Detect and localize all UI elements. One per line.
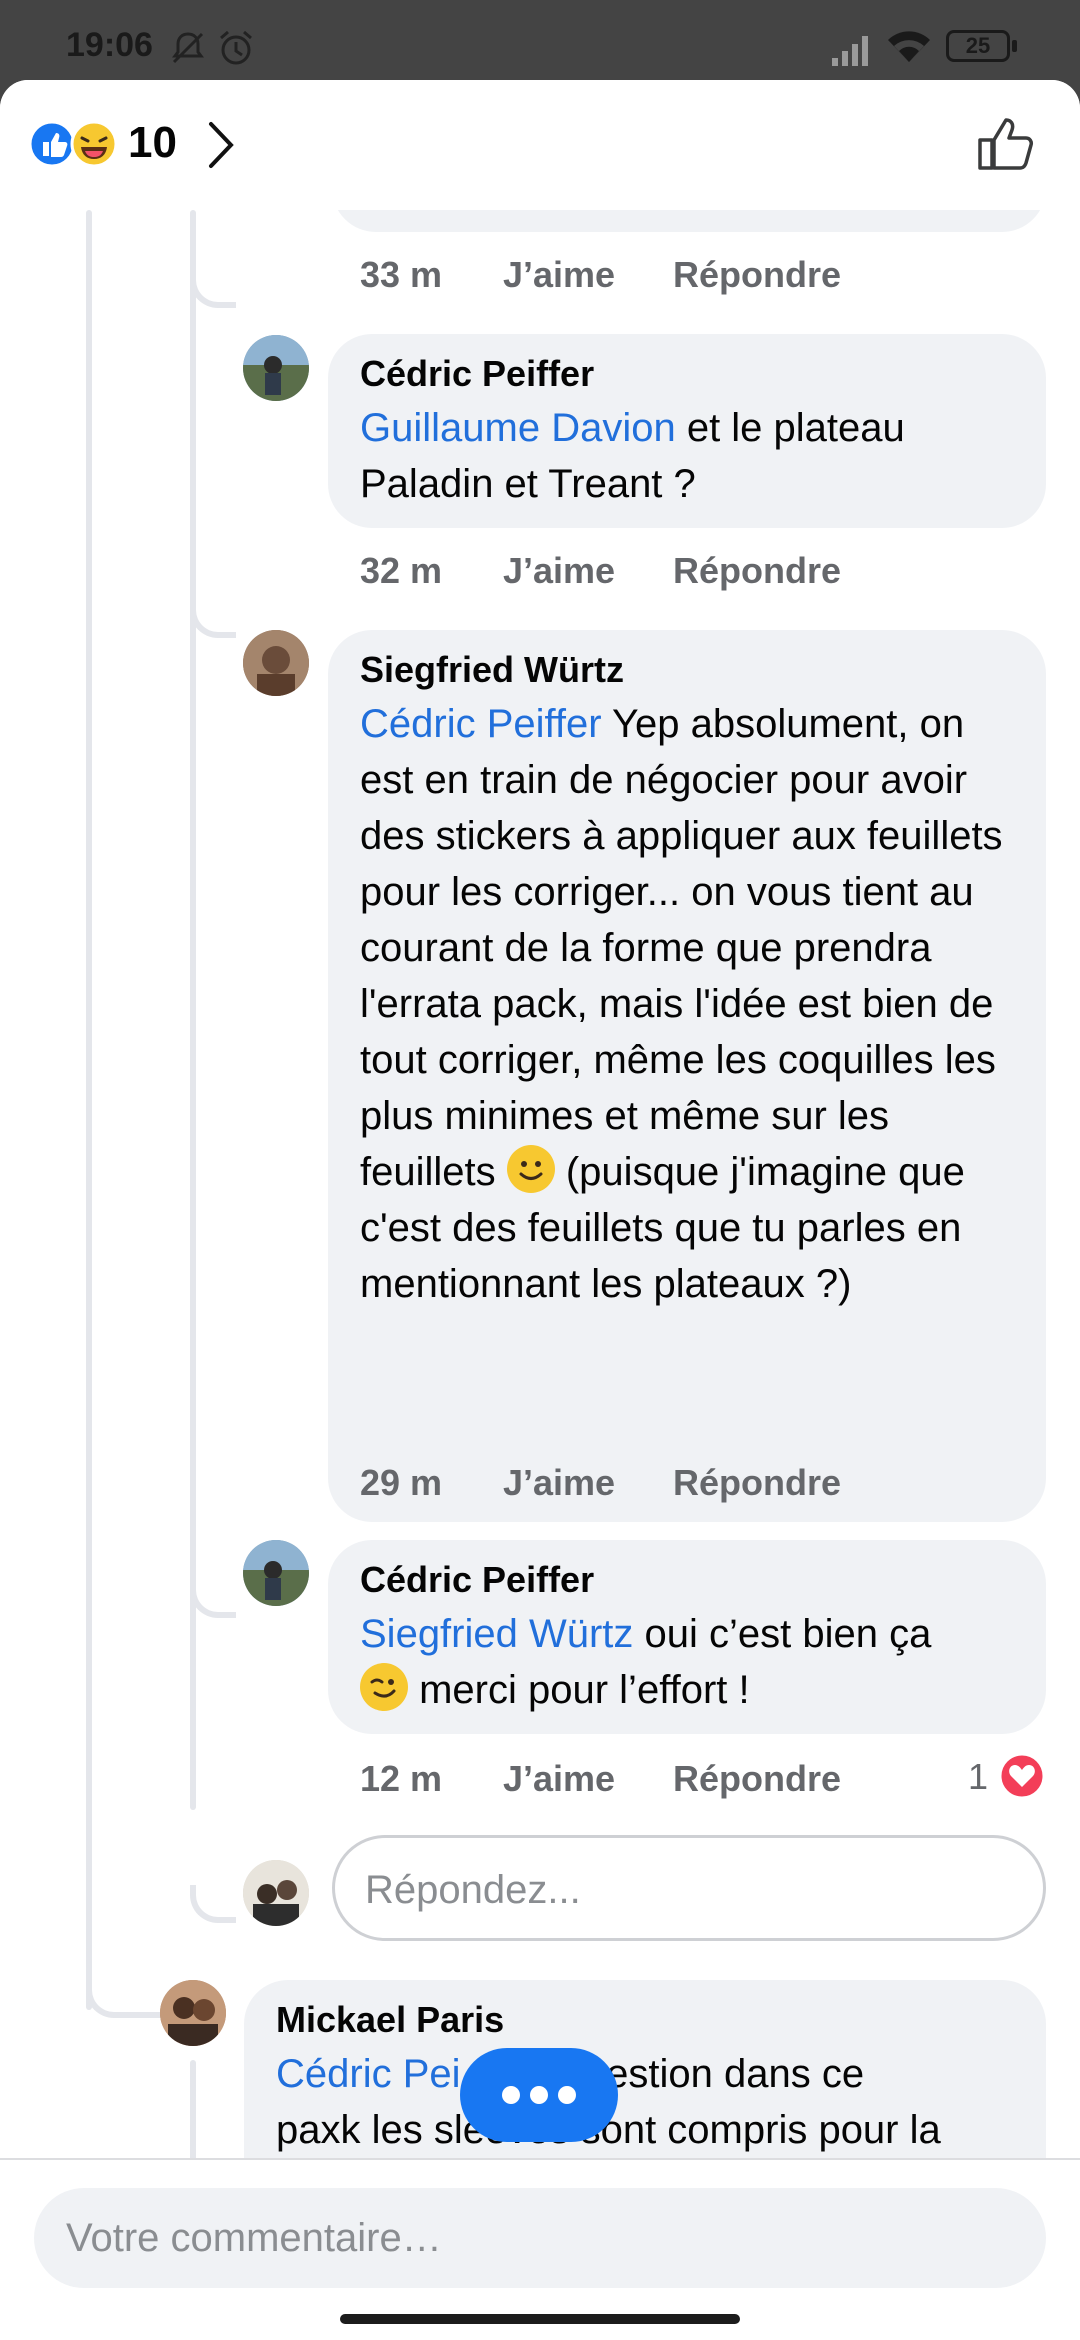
reply-placeholder: Répondez...: [365, 1868, 581, 1912]
like-link[interactable]: J’aime: [503, 1462, 615, 1504]
reaction-count[interactable]: 10: [128, 118, 177, 168]
comment-author[interactable]: Siegfried Würtz: [360, 648, 1014, 692]
dot-icon: [558, 2086, 576, 2104]
avatar[interactable]: [243, 1540, 309, 1606]
reactions-icons[interactable]: [28, 120, 118, 168]
avatar[interactable]: [160, 1980, 226, 2046]
comment-time: 32 m: [360, 550, 443, 591]
signal-icon: [832, 36, 868, 66]
battery-icon: 25: [946, 30, 1010, 62]
thread-connector: [190, 600, 236, 638]
reply-link[interactable]: Répondre: [673, 254, 841, 296]
reply-link[interactable]: Répondre: [673, 550, 841, 592]
chevron-right-icon[interactable]: [205, 120, 235, 170]
comment-bubble: Siegfried Würtz Cédric Peiffer Yep absol…: [328, 630, 1046, 1522]
home-indicator[interactable]: [340, 2314, 740, 2324]
dot-icon: [530, 2086, 548, 2104]
thread-connector: [190, 1885, 236, 1923]
thread-connector: [190, 270, 236, 308]
thread-connector: [190, 1580, 236, 1618]
reply-link[interactable]: Répondre: [673, 1758, 841, 1800]
comment-author[interactable]: Mickael Paris: [276, 1998, 1014, 2042]
avatar[interactable]: [243, 335, 309, 401]
wink-emoji-icon: [360, 1663, 408, 1711]
comment-text: Guillaume Davion et le plateau Paladin e…: [360, 406, 905, 506]
comment-input[interactable]: Votre commentaire…: [34, 2188, 1046, 2288]
comment-bubble: Cédric Peiffer Siegfried Würtz oui c’est…: [328, 1540, 1046, 1734]
like-icon[interactable]: [976, 116, 1036, 172]
thread-line-outer: [86, 210, 92, 2010]
comment-placeholder: Votre commentaire…: [66, 2216, 442, 2260]
comments-sheet: 10 33 m J’aime Répondre Cédric Peiffer G…: [0, 80, 1080, 2340]
comment-time: 29 m: [360, 1462, 443, 1503]
comment-text: Siegfried Würtz oui c’est bien ça merci …: [360, 1612, 932, 1712]
smile-emoji-icon: [506, 1145, 555, 1193]
reply-input[interactable]: Répondez...: [332, 1835, 1046, 1941]
notifications-off-icon: [172, 32, 204, 64]
reaction-count: 1: [968, 1756, 989, 1797]
status-bar: 19:06 25: [0, 0, 1080, 90]
dot-icon: [502, 2086, 520, 2104]
comment-text: Cédric Peiffer Yep absolument, on est en…: [360, 702, 1003, 1306]
like-link[interactable]: J’aime: [503, 550, 615, 592]
comment-text: Cédric Pei it question dans ce paxk les sl…: [276, 2052, 941, 2152]
alarm-icon: [220, 30, 252, 65]
mention-link[interactable]: Siegfried Würtz: [360, 1612, 633, 1656]
comment-time: 12 m: [360, 1758, 443, 1799]
battery-level: 25: [965, 33, 991, 58]
thread-line-inner: [190, 210, 196, 1810]
comment-bubble: Cédric Peiffer Guillaume Davion et le pl…: [328, 334, 1046, 528]
comment-author[interactable]: Cédric Peiffer: [360, 352, 1014, 396]
avatar[interactable]: [243, 630, 309, 696]
comment-time: 33 m: [360, 254, 443, 295]
reply-link[interactable]: Répondre: [673, 1462, 841, 1504]
comment-author[interactable]: Cédric Peiffer: [360, 1558, 1014, 1602]
comment-composer: Votre commentaire…: [0, 2158, 1080, 2340]
mention-link[interactable]: Cédric Pei: [276, 2052, 461, 2096]
like-link[interactable]: J’aime: [503, 254, 615, 296]
more-options-button[interactable]: [460, 2048, 618, 2142]
mention-link[interactable]: Guillaume Davion: [360, 406, 676, 450]
mention-link[interactable]: Cédric Peiffer: [360, 702, 602, 746]
heart-reaction-icon: [998, 1752, 1046, 1800]
status-time: 19:06: [66, 26, 153, 64]
like-link[interactable]: J’aime: [503, 1758, 615, 1800]
current-user-avatar: [243, 1860, 309, 1926]
wifi-icon: [888, 31, 930, 62]
sheet-header: 10: [0, 80, 1080, 210]
